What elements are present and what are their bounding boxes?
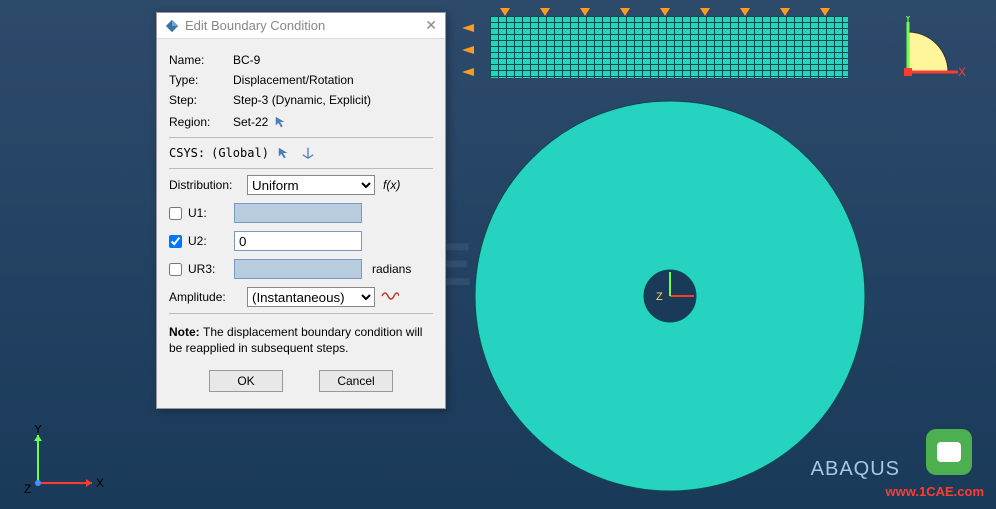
view-triad-icon: Y X Z: [20, 425, 110, 495]
ur3-checkbox[interactable]: [169, 263, 182, 276]
pick-csys-icon[interactable]: [275, 144, 293, 162]
svg-text:X: X: [958, 65, 966, 79]
u2-input[interactable]: [234, 231, 362, 251]
u2-checkbox[interactable]: [169, 235, 182, 248]
svg-text:Z: Z: [24, 482, 31, 495]
ur3-label: UR3:: [188, 262, 230, 276]
circular-mesh: // radial lines let s=''; for(let i=0;i<…: [470, 96, 870, 496]
amplitude-select[interactable]: (Instantaneous): [247, 287, 375, 307]
note-text: Note: The displacement boundary conditio…: [169, 324, 433, 356]
bc-symbol-icon: [660, 8, 670, 16]
view-cube-icon[interactable]: Y X: [898, 16, 970, 88]
bc-arrow-icon: [462, 24, 474, 32]
u1-label: U1:: [188, 206, 230, 220]
brand-label: ABAQUS: [811, 458, 900, 481]
svg-text:Y: Y: [34, 425, 42, 436]
fx-icon[interactable]: f(x): [383, 178, 400, 192]
bc-symbol-icon: [700, 8, 710, 16]
pick-region-icon[interactable]: [272, 113, 290, 131]
amplitude-wave-icon[interactable]: [381, 289, 399, 306]
svg-text:X: X: [96, 476, 104, 490]
cancel-button[interactable]: Cancel: [319, 370, 393, 392]
bc-arrow-icon: [462, 46, 474, 54]
bc-symbol-icon: [540, 8, 550, 16]
bc-symbol-icon: [620, 8, 630, 16]
csys-value: (Global): [211, 146, 269, 160]
name-value: BC-9: [233, 53, 260, 67]
edit-bc-dialog: Edit Boundary Condition ✕ Name:BC-9 Type…: [156, 12, 446, 409]
type-value: Displacement/Rotation: [233, 73, 354, 87]
close-icon[interactable]: ✕: [425, 17, 437, 34]
bc-arrow-icon: [462, 68, 474, 76]
dialog-title: Edit Boundary Condition: [185, 18, 325, 33]
bc-symbol-icon: [820, 8, 830, 16]
distribution-select[interactable]: Uniform: [247, 175, 375, 195]
step-value: Step-3 (Dynamic, Explicit): [233, 93, 371, 107]
app-icon: [165, 19, 179, 33]
ur3-input[interactable]: [234, 259, 362, 279]
dialog-titlebar[interactable]: Edit Boundary Condition ✕: [157, 13, 445, 39]
amplitude-label: Amplitude:: [169, 290, 247, 304]
ur3-unit: radians: [372, 262, 411, 276]
watermark: www.1CAE.com: [886, 484, 984, 499]
region-value: Set-22: [233, 115, 268, 129]
beam-mesh: [490, 16, 848, 78]
bc-symbol-icon: [580, 8, 590, 16]
bc-symbol-icon: [740, 8, 750, 16]
step-label: Step:: [169, 93, 233, 107]
svg-text:Z: Z: [656, 291, 663, 303]
bc-symbol-icon: [500, 8, 510, 16]
distribution-label: Distribution:: [169, 178, 247, 192]
name-label: Name:: [169, 53, 233, 67]
csys-label: CSYS:: [169, 146, 205, 160]
u1-input[interactable]: [234, 203, 362, 223]
chat-icon: [926, 429, 972, 475]
datum-csys-icon[interactable]: [299, 144, 317, 162]
svg-text:Y: Y: [904, 16, 912, 25]
u1-checkbox[interactable]: [169, 207, 182, 220]
bc-symbol-icon: [780, 8, 790, 16]
u2-label: U2:: [188, 234, 230, 248]
type-label: Type:: [169, 73, 233, 87]
region-label: Region:: [169, 115, 233, 129]
ok-button[interactable]: OK: [209, 370, 283, 392]
